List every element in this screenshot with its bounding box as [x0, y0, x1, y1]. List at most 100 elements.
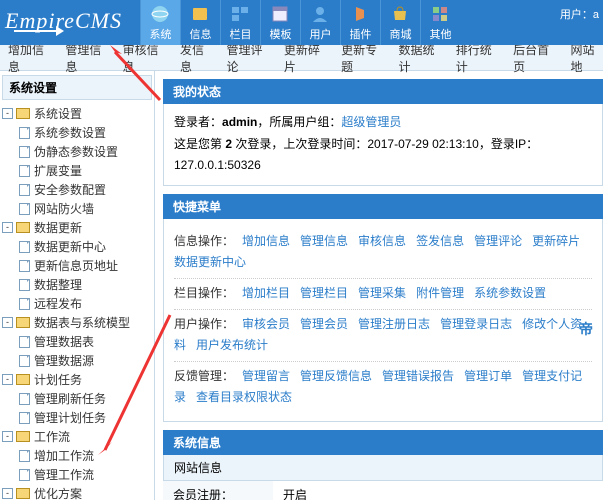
- subnav-item[interactable]: 审核信息: [123, 41, 166, 75]
- quick-link[interactable]: 管理登录日志: [440, 317, 512, 331]
- sub-nav: 增加信息管理信息审核信息发信息管理评论更新碎片更新专题数据统计排行统计后台首页网…: [0, 45, 603, 71]
- template-icon: [270, 4, 290, 24]
- collapse-icon[interactable]: -: [2, 374, 13, 385]
- nav-user[interactable]: 用户: [300, 0, 340, 45]
- item-label: 数据更新中心: [34, 238, 106, 255]
- quick-label: 信息操作：: [174, 234, 234, 248]
- nav-label: 用户: [309, 26, 331, 42]
- collapse-icon[interactable]: -: [2, 222, 13, 233]
- info-icon: [190, 4, 210, 24]
- tree-item[interactable]: 更新信息页地址: [2, 256, 152, 275]
- quick-link[interactable]: 签发信息: [416, 234, 464, 248]
- quick-link[interactable]: 用户发布统计: [196, 338, 268, 352]
- tree-group[interactable]: - 数据表与系统模型: [2, 313, 152, 332]
- quick-link[interactable]: 系统参数设置: [474, 286, 546, 300]
- nav-info[interactable]: 信息: [180, 0, 220, 45]
- nav-label: 商城: [389, 26, 411, 42]
- quick-link[interactable]: 管理留言: [242, 369, 290, 383]
- subnav-item[interactable]: 增加信息: [8, 41, 51, 75]
- folder-icon: [16, 488, 30, 499]
- tree-item[interactable]: 数据整理: [2, 275, 152, 294]
- nav-label: 插件: [349, 26, 371, 42]
- item-label: 增加工作流: [34, 447, 94, 464]
- file-icon: [19, 279, 30, 291]
- tree-group[interactable]: -工作流: [2, 427, 152, 446]
- collapse-icon[interactable]: -: [2, 488, 13, 499]
- tree-item[interactable]: 数据更新中心: [2, 237, 152, 256]
- quick-link[interactable]: 数据更新中心: [174, 255, 246, 269]
- quick-link[interactable]: 管理会员: [300, 317, 348, 331]
- nav-plugin[interactable]: 插件: [340, 0, 380, 45]
- empire-link[interactable]: 帝: [579, 319, 593, 339]
- quick-link[interactable]: 增加栏目: [242, 286, 290, 300]
- tree-item[interactable]: 管理计划任务: [2, 408, 152, 427]
- file-icon: [19, 336, 30, 348]
- folder-icon: [16, 108, 30, 119]
- quick-link[interactable]: 审核会员: [242, 317, 290, 331]
- quick-link[interactable]: 管理评论: [474, 234, 522, 248]
- last-time: 2017-07-29 02:13:10: [367, 137, 478, 151]
- quick-title: 快捷菜单: [163, 194, 603, 219]
- subnav-item[interactable]: 发信息: [180, 41, 213, 75]
- file-icon: [19, 127, 30, 139]
- subnav-item[interactable]: 网站地: [570, 41, 603, 75]
- tree-group[interactable]: -计划任务: [2, 370, 152, 389]
- item-label: 管理计划任务: [34, 409, 106, 426]
- item-label: 管理工作流: [34, 466, 94, 483]
- quick-link[interactable]: 审核信息: [358, 234, 406, 248]
- tree-item[interactable]: 远程发布: [2, 294, 152, 313]
- info-key: 会员注册：: [163, 481, 273, 500]
- tree-item[interactable]: 增加工作流: [2, 446, 152, 465]
- tree-item[interactable]: 管理数据源: [2, 351, 152, 370]
- tree-item[interactable]: 伪静态参数设置: [2, 142, 152, 161]
- quick-link[interactable]: 管理采集: [358, 286, 406, 300]
- quick-panel: 快捷菜单 信息操作： 增加信息管理信息审核信息签发信息管理评论更新碎片数据更新中心…: [163, 194, 603, 422]
- info-val: 开启: [273, 481, 603, 500]
- subnav-item[interactable]: 管理信息: [65, 41, 108, 75]
- nav-system[interactable]: 系统: [140, 0, 180, 45]
- quick-link[interactable]: 增加信息: [242, 234, 290, 248]
- group-name[interactable]: 超级管理员: [341, 115, 401, 129]
- file-icon: [19, 355, 30, 367]
- subnav-item[interactable]: 后台首页: [513, 41, 556, 75]
- subnav-item[interactable]: 数据统计: [398, 41, 441, 75]
- quick-link[interactable]: 更新碎片: [532, 234, 580, 248]
- quick-link[interactable]: 附件管理: [416, 286, 464, 300]
- quick-link[interactable]: 管理注册日志: [358, 317, 430, 331]
- tree-item[interactable]: 扩展变量: [2, 161, 152, 180]
- quick-link[interactable]: 查看目录权限状态: [196, 390, 292, 404]
- folder-icon: [16, 317, 30, 328]
- tree-item[interactable]: 网站防火墙: [2, 199, 152, 218]
- file-icon: [19, 298, 30, 310]
- group-label: 数据表与系统模型: [34, 314, 130, 331]
- collapse-icon[interactable]: -: [2, 431, 13, 442]
- item-label: 远程发布: [34, 295, 82, 312]
- nav-shop[interactable]: 商城: [380, 0, 420, 45]
- tree-item[interactable]: 安全参数配置: [2, 180, 152, 199]
- collapse-icon[interactable]: -: [2, 317, 13, 328]
- tree-item[interactable]: 管理数据表: [2, 332, 152, 351]
- subnav-item[interactable]: 管理评论: [226, 41, 269, 75]
- nav-other[interactable]: 其他: [420, 0, 460, 45]
- subnav-item[interactable]: 排行统计: [456, 41, 499, 75]
- file-icon: [19, 393, 30, 405]
- quick-link[interactable]: 管理错误报告: [382, 369, 454, 383]
- subnav-item[interactable]: 更新专题: [341, 41, 384, 75]
- tree-group[interactable]: -优化方案: [2, 484, 152, 500]
- tree-group[interactable]: -数据更新: [2, 218, 152, 237]
- tree-item[interactable]: 管理工作流: [2, 465, 152, 484]
- ip-label: ，登录IP：: [479, 137, 538, 151]
- tree-item[interactable]: 管理刷新任务: [2, 389, 152, 408]
- collapse-icon[interactable]: -: [2, 108, 13, 119]
- nav-column[interactable]: 栏目: [220, 0, 260, 45]
- user-icon: [310, 4, 330, 24]
- tree-group[interactable]: -系统设置: [2, 104, 152, 123]
- quick-link[interactable]: 管理订单: [464, 369, 512, 383]
- quick-link[interactable]: 管理栏目: [300, 286, 348, 300]
- nav-template[interactable]: 模板: [260, 0, 300, 45]
- quick-link[interactable]: 管理信息: [300, 234, 348, 248]
- nav-label: 信息: [189, 26, 211, 42]
- subnav-item[interactable]: 更新碎片: [284, 41, 327, 75]
- quick-link[interactable]: 管理反馈信息: [300, 369, 372, 383]
- tree-item[interactable]: 系统参数设置: [2, 123, 152, 142]
